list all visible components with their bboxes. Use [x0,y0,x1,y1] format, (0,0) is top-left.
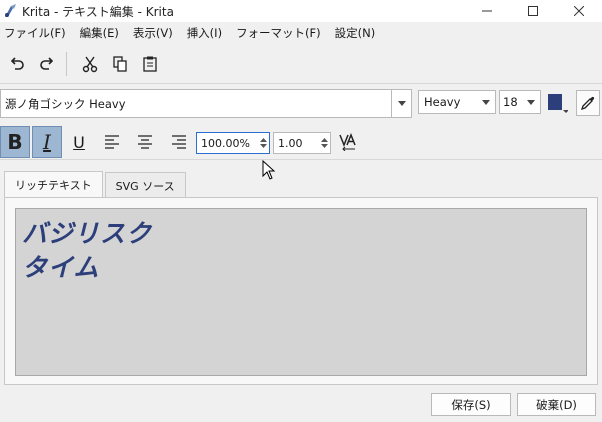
chevron-up-icon [320,138,328,142]
font-weight-value: Heavy [424,95,461,109]
maximize-icon [528,6,538,16]
menu-format[interactable]: フォーマット(F) [236,25,329,41]
undo-button[interactable] [4,51,30,77]
font-size-value: 18 [503,95,518,109]
close-icon [574,6,584,16]
font-weight-combo[interactable]: Heavy [418,90,496,114]
cut-button[interactable] [77,51,103,77]
bold-icon: B [7,130,23,154]
kerning-button[interactable] [334,126,364,158]
undo-icon [10,56,24,70]
italic-button[interactable]: I [32,126,62,158]
tab-rich-text[interactable]: リッチテキスト [4,171,103,198]
window-title: Krita - テキスト編集 - Krita [22,4,174,19]
chevron-down-icon [320,144,328,148]
copy-icon [113,55,127,72]
align-left-button[interactable] [97,126,127,158]
tab-panel: バジリスク タイム [4,197,598,385]
eyedropper-icon [580,96,595,111]
chevron-down-icon [259,144,267,148]
underline-icon: U [73,132,85,152]
line-height-value: 1.00 [278,136,303,150]
krita-app-icon [0,0,22,22]
tab-svg-source[interactable]: SVG ソース [104,172,186,198]
font-toolbar: 源ノ角ゴシック Heavy Heavy 18 [0,86,602,120]
letter-spacing-value: 100.00% [201,136,250,150]
scissors-icon [82,56,98,72]
paste-button[interactable] [137,51,163,77]
letter-spacing-spinbox[interactable]: 100.00% [196,132,270,154]
font-family-combo[interactable]: 源ノ角ゴシック Heavy [0,89,412,118]
editor-tabs: リッチテキスト SVG ソース [4,171,188,198]
rich-text-editor[interactable]: バジリスク タイム [15,208,587,376]
menu-file[interactable]: ファイル(F) [4,25,74,41]
color-picker-button[interactable] [576,90,600,116]
edit-toolbar [0,44,602,84]
text-color-button[interactable] [548,94,568,114]
clipboard-icon [143,56,157,72]
maximize-button[interactable] [510,0,556,22]
close-button[interactable] [556,0,602,22]
title-bar: Krita - テキスト編集 - Krita [0,0,602,22]
redo-button[interactable] [34,51,60,77]
copy-button[interactable] [107,51,133,77]
discard-button[interactable]: 破棄(D) [517,393,596,416]
redo-icon [40,56,54,70]
toolbar-separator [66,51,67,76]
minimize-icon [482,10,492,12]
chevron-down-icon [562,110,568,113]
menu-bar: ファイル(F) 編集(E) 表示(V) 挿入(I) フォーマット(F) 設定(N… [0,22,602,44]
spin-arrows[interactable] [257,133,269,153]
align-left-icon [105,135,119,149]
italic-icon: I [43,130,51,154]
align-right-button[interactable] [164,126,194,158]
spin-arrows[interactable] [318,133,330,153]
minimize-button[interactable] [464,0,510,22]
mouse-pointer-icon [262,160,276,180]
font-size-combo[interactable]: 18 [499,90,541,114]
editor-text-line: タイム [22,253,100,282]
chevron-down-icon[interactable] [391,90,411,117]
underline-button[interactable]: U [64,126,94,158]
kerning-icon [339,133,356,151]
text-color-swatch [548,94,562,110]
font-family-value: 源ノ角ゴシック Heavy [5,96,126,111]
menu-insert[interactable]: 挿入(I) [187,25,230,41]
align-center-button[interactable] [130,126,160,158]
chevron-down-icon[interactable] [477,91,495,113]
menu-view[interactable]: 表示(V) [133,25,181,41]
chevron-up-icon [259,138,267,142]
align-center-icon [138,135,152,149]
align-right-icon [172,135,186,149]
menu-settings[interactable]: 設定(N) [335,25,384,41]
line-height-spinbox[interactable]: 1.00 [273,132,331,154]
bold-button[interactable]: B [0,126,30,158]
chevron-down-icon[interactable] [522,91,540,113]
save-button[interactable]: 保存(S) [431,393,511,416]
editor-text-line: バジリスク [22,219,153,248]
menu-edit[interactable]: 編集(E) [80,25,127,41]
format-toolbar: B I U 100.00% 1.00 [0,126,602,160]
